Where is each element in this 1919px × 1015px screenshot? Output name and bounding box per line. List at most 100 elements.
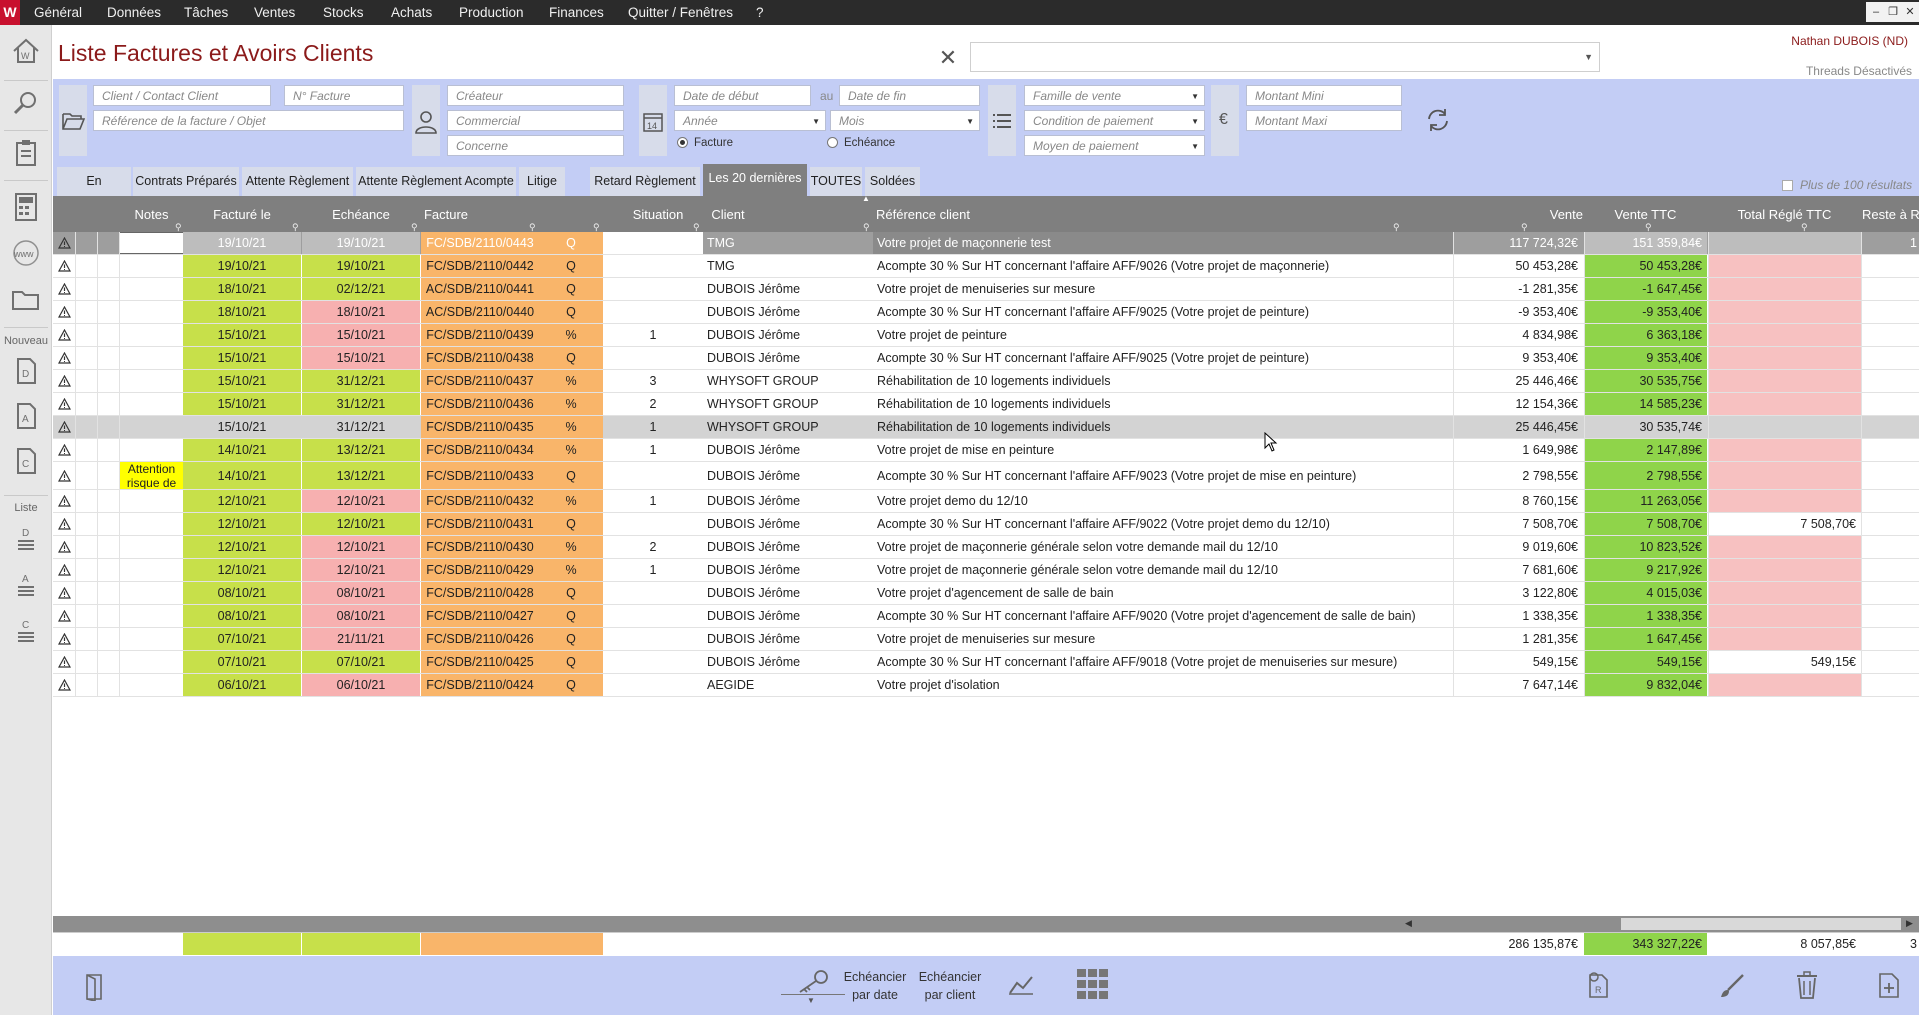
tab-litige[interactable]: Litige	[519, 167, 565, 196]
web-icon[interactable]: www	[10, 237, 42, 269]
col-reste[interactable]: Reste à R	[1862, 207, 1919, 222]
table-row[interactable]: 15/10/21 31/12/21 FC/SDB/2110/0435% 1 WHYSOF…	[53, 416, 1919, 439]
chevron-down-icon[interactable]: ▼	[1191, 117, 1199, 126]
montant-maxi-input[interactable]: Montant Maxi	[1246, 110, 1402, 131]
search-document-icon[interactable]: R	[1586, 971, 1610, 999]
end-date-input[interactable]: Date de fin	[839, 85, 980, 106]
list-commande-icon[interactable]: C	[10, 614, 42, 646]
moyen-paiement-select[interactable]: Moyen de paiement ▼	[1024, 135, 1205, 156]
radio-facture[interactable]: Facture	[677, 137, 733, 149]
tab-soldees[interactable]: Soldées	[865, 167, 920, 196]
menu-donnees[interactable]: Données	[107, 0, 161, 25]
clear-search-icon[interactable]: ✕	[937, 47, 959, 69]
month-select[interactable]: Mois ▼	[830, 110, 980, 131]
table-row[interactable]: 12/10/21 12/10/21 FC/SDB/2110/0430% 2 DUBOIS…	[53, 536, 1919, 559]
col-reference[interactable]: Référence client	[873, 207, 973, 222]
tab-attente-reglement[interactable]: Attente Règlement	[242, 167, 353, 196]
tab-les-20-dernieres[interactable]: Les 20 dernières	[703, 164, 807, 196]
menu-quitter-fenetres[interactable]: Quitter / Fenêtres	[628, 0, 733, 25]
new-document-icon[interactable]	[1877, 971, 1901, 999]
year-select[interactable]: Année ▼	[674, 110, 826, 131]
table-row[interactable]: 18/10/21 02/12/21 AC/SDB/2110/0441 Q DUBOIS …	[53, 278, 1919, 301]
sort-asc-icon[interactable]: ▲	[862, 196, 870, 203]
grid-view-icon[interactable]	[1077, 969, 1109, 999]
creator-filter-input[interactable]: Créateur	[447, 85, 624, 106]
col-client[interactable]: Client	[703, 207, 753, 222]
clipboard-icon[interactable]	[10, 137, 42, 169]
search-icon[interactable]	[10, 87, 42, 119]
table-row[interactable]: 15/10/21 31/12/21 FC/SDB/2110/0436% 2 WHYSOF…	[53, 393, 1919, 416]
table-row[interactable]: 15/10/21 15/10/21 FC/SDB/2110/0439% 1 DUBOIS…	[53, 324, 1919, 347]
table-row[interactable]: 12/10/21 12/10/21 FC/SDB/2110/0432% 1 DUBOIS…	[53, 490, 1919, 513]
col-notes[interactable]: Notes	[119, 207, 184, 222]
calculator-icon[interactable]	[10, 191, 42, 223]
open-folder-icon[interactable]	[61, 110, 85, 132]
home-icon[interactable]: W	[10, 35, 42, 67]
chevron-down-icon[interactable]: ▼	[1584, 52, 1593, 62]
table-row[interactable]: 07/10/21 07/10/21 FC/SDB/2110/0425 Q DUBOIS …	[53, 651, 1919, 674]
scroll-right-icon[interactable]: ▶	[1906, 918, 1913, 929]
current-user[interactable]: Nathan DUBOIS (ND)	[1700, 34, 1908, 48]
client-filter-input[interactable]: Client / Contact Client	[93, 85, 271, 106]
table-row[interactable]: 12/10/21 12/10/21 FC/SDB/2110/0431 Q DUBOIS …	[53, 513, 1919, 536]
checkbox-icon[interactable]	[1782, 180, 1793, 191]
brush-icon[interactable]	[1719, 973, 1745, 999]
close-window-icon[interactable]: ✕	[1900, 2, 1919, 22]
col-facture-le[interactable]: Facturé le	[183, 207, 301, 222]
invoice-number-input[interactable]: N° Facture	[284, 85, 404, 106]
chevron-down-icon[interactable]: ▼	[807, 996, 815, 1005]
commercial-filter-input[interactable]: Commercial	[447, 110, 624, 131]
reference-filter-input[interactable]: Référence de la facture / Objet	[93, 110, 404, 131]
calendar-icon[interactable]: 14	[642, 111, 664, 133]
scrollbar-thumb[interactable]	[1621, 918, 1901, 930]
tab-toutes[interactable]: TOUTES	[810, 167, 862, 196]
tab-en-preparation[interactable]: En préparation	[57, 167, 131, 217]
table-row[interactable]: 07/10/21 21/11/21 FC/SDB/2110/0426 Q DUBOIS …	[53, 628, 1919, 651]
table-row[interactable]: 06/10/21 06/10/21 FC/SDB/2110/0424 Q AEGIDE V…	[53, 674, 1919, 697]
table-row[interactable]: 08/10/21 08/10/21 FC/SDB/2110/0428 Q DUBOIS …	[53, 582, 1919, 605]
echeancier-par-client-button[interactable]: Echéancier par client	[915, 968, 985, 1004]
col-total-regle[interactable]: Total Réglé TTC	[1708, 207, 1861, 222]
echeancier-par-date-button[interactable]: Echéancier par date	[840, 968, 910, 1004]
trash-icon[interactable]	[1796, 971, 1818, 999]
scroll-left-icon[interactable]: ◀	[1405, 918, 1412, 929]
col-echeance[interactable]: Echéance	[302, 207, 420, 222]
menu-general[interactable]: Général	[34, 0, 82, 25]
tab-retard-reglement[interactable]: Retard Règlement	[590, 167, 700, 196]
menu-production[interactable]: Production	[459, 0, 524, 25]
concerne-filter-input[interactable]: Concerne	[447, 135, 624, 156]
menu-ventes[interactable]: Ventes	[254, 0, 295, 25]
key-icon[interactable]	[796, 968, 830, 994]
menu-achats[interactable]: Achats	[391, 0, 432, 25]
table-row[interactable]: 14/10/21 13/12/21 FC/SDB/2110/0434% 1 DUBOIS…	[53, 439, 1919, 462]
new-avoir-icon[interactable]: A	[10, 400, 42, 432]
table-row[interactable]: 18/10/21 18/10/21 AC/SDB/2110/0440 Q DUBOIS …	[53, 301, 1919, 324]
table-row[interactable]: Attention risque de 14/10/21 13/12/21 FC/SD…	[53, 462, 1919, 490]
table-row[interactable]: 19/10/21 19/10/21 FC/SDB/2110/0442 Q TMG Acom…	[53, 255, 1919, 278]
table-row[interactable]: 19/10/21 19/10/21 FC/SDB/2110/0443 Q TMG Votr…	[53, 232, 1919, 255]
menu-finances[interactable]: Finances	[549, 0, 604, 25]
famille-vente-select[interactable]: Famille de vente ▼	[1024, 85, 1205, 106]
new-commande-icon[interactable]: C	[10, 445, 42, 477]
menu-taches[interactable]: Tâches	[184, 0, 228, 25]
menu-stocks[interactable]: Stocks	[323, 0, 364, 25]
table-row[interactable]: 12/10/21 12/10/21 FC/SDB/2110/0429% 1 DUBOIS…	[53, 559, 1919, 582]
folder-icon[interactable]	[10, 283, 42, 315]
tab-contrats-prepares[interactable]: Contrats Préparés	[133, 167, 239, 196]
tab-attente-reglement-acompte[interactable]: Attente Règlement Acompte	[356, 167, 516, 196]
col-vente-ttc[interactable]: Vente TTC	[1584, 207, 1707, 222]
radio-unselected-icon[interactable]	[827, 137, 838, 148]
chevron-down-icon[interactable]: ▼	[1191, 142, 1199, 151]
col-vente[interactable]: Vente	[1523, 207, 1583, 222]
table-row[interactable]: 15/10/21 31/12/21 FC/SDB/2110/0437% 3 WHYSOF…	[53, 370, 1919, 393]
radio-echeance[interactable]: Echéance	[827, 137, 895, 149]
table-row[interactable]: 15/10/21 15/10/21 FC/SDB/2110/0438 Q DUBOIS …	[53, 347, 1919, 370]
table-row[interactable]: 08/10/21 08/10/21 FC/SDB/2110/0427 Q DUBOIS …	[53, 605, 1919, 628]
chart-icon[interactable]	[1008, 973, 1034, 995]
montant-mini-input[interactable]: Montant Mini	[1246, 85, 1402, 106]
list-devis-icon[interactable]: D	[10, 522, 42, 554]
chevron-down-icon[interactable]: ▼	[1191, 92, 1199, 101]
horizontal-scrollbar[interactable]: ◀ ▶	[53, 916, 1919, 932]
exit-icon[interactable]	[83, 973, 105, 1001]
start-date-input[interactable]: Date de début	[674, 85, 811, 106]
